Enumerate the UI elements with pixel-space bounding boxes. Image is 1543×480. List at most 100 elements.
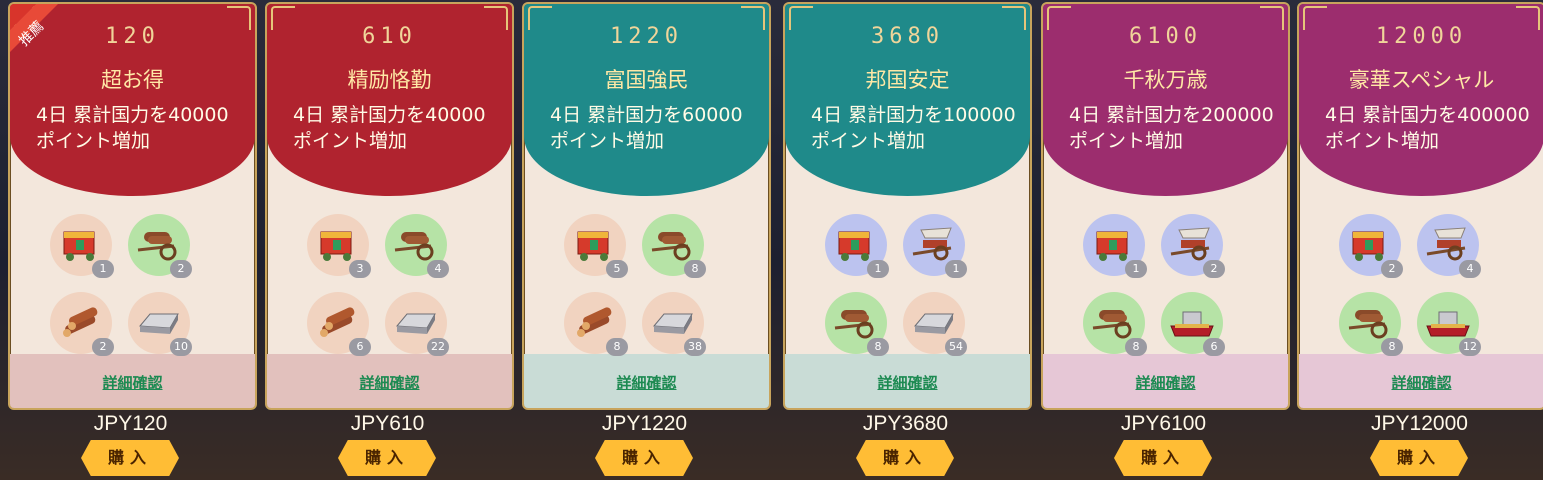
reward-grid: 1 2 2 10: [50, 214, 220, 364]
reward-item[interactable]: 8: [564, 292, 628, 356]
detail-link[interactable]: 詳細確認: [10, 372, 255, 393]
pack-description: 4日 累計国力を60000ポイント増加: [550, 104, 743, 152]
reward-item[interactable]: 1: [50, 214, 114, 278]
reward-count: 5: [606, 260, 628, 278]
buy-button[interactable]: 購入: [1370, 440, 1468, 476]
reward-count: 2: [1381, 260, 1403, 278]
reward-count: 8: [1381, 338, 1403, 356]
reward-count: 2: [1203, 260, 1225, 278]
pack-title: 超お得: [101, 68, 164, 92]
reward-count: 8: [606, 338, 628, 356]
buy-button-label: 購入: [364, 450, 409, 467]
reward-item[interactable]: 2: [128, 214, 192, 278]
reward-count: 8: [1125, 338, 1147, 356]
pack-price-top: 12000: [1375, 24, 1468, 49]
pack-title: 富国強民: [604, 68, 689, 92]
reward-item[interactable]: 6: [307, 292, 371, 356]
reward-grid: 3 4 6 22: [307, 214, 477, 364]
buy-button[interactable]: 購入: [81, 440, 179, 476]
buy-button-label: 購入: [1140, 450, 1185, 467]
pack-card: 6100 千秋万歳 4日 累計国力を200000ポイント増加 1 2 8 6 詳細確認: [1041, 2, 1290, 410]
reward-count: 1: [867, 260, 889, 278]
pack-description: 4日 累計国力を100000ポイント増加: [811, 104, 1016, 152]
shop-stage: 120 超お得 4日 累計国力を40000ポイント増加 1 2 2 10 詳細確認 推薦 JPY1…: [0, 0, 1543, 480]
pack-price-jpy: JPY3680: [862, 412, 949, 435]
buy-button[interactable]: 購入: [1114, 440, 1212, 476]
detail-link[interactable]: 詳細確認: [1299, 372, 1543, 393]
reward-count: 1: [945, 260, 967, 278]
reward-item[interactable]: 8: [1339, 292, 1403, 356]
pack-card: 1220 富国強民 4日 累計国力を60000ポイント増加 5 8 8 38 詳細確認: [522, 2, 771, 410]
pack-price-top: 3680: [871, 24, 944, 49]
reward-count: 8: [684, 260, 706, 278]
reward-item[interactable]: 12: [1417, 292, 1481, 356]
reward-item[interactable]: 1: [825, 214, 889, 278]
reward-item[interactable]: 1: [903, 214, 967, 278]
pack-card: 610 精励恪勤 4日 累計国力を40000ポイント増加 3 4 6 22 詳細確認: [265, 2, 514, 410]
pack-title: 精励恪勤: [347, 68, 432, 92]
reward-count: 38: [684, 338, 706, 356]
reward-count: 1: [92, 260, 114, 278]
pack-price-jpy: JPY120: [93, 412, 168, 435]
reward-count: 10: [170, 338, 192, 356]
pack-title: 豪華スペシャル: [1348, 68, 1495, 92]
reward-item[interactable]: 4: [1417, 214, 1481, 278]
reward-count: 22: [427, 338, 449, 356]
pack-price-top: 6100: [1129, 24, 1202, 49]
pack-price-jpy: JPY1220: [601, 412, 688, 435]
buy-button[interactable]: 購入: [856, 440, 954, 476]
reward-item[interactable]: 8: [642, 214, 706, 278]
reward-item[interactable]: 2: [1339, 214, 1403, 278]
reward-count: 1: [1125, 260, 1147, 278]
detail-link[interactable]: 詳細確認: [267, 372, 512, 393]
reward-item[interactable]: 2: [1161, 214, 1225, 278]
reward-item[interactable]: 1: [1083, 214, 1147, 278]
reward-grid: 5 8 8 38: [564, 214, 734, 364]
reward-item[interactable]: 4: [385, 214, 449, 278]
reward-item[interactable]: 5: [564, 214, 628, 278]
pack-title: 千秋万歳: [1123, 68, 1208, 92]
pack-price-jpy: JPY6100: [1120, 412, 1207, 435]
reward-grid: 2 4 8 12: [1339, 214, 1509, 364]
pack-price-jpy: JPY610: [350, 412, 425, 435]
buy-button[interactable]: 購入: [338, 440, 436, 476]
reward-item[interactable]: 3: [307, 214, 371, 278]
buy-button-label: 購入: [621, 450, 666, 467]
pack-description: 4日 累計国力を40000ポイント増加: [293, 104, 486, 152]
reward-count: 2: [92, 338, 114, 356]
reward-count: 54: [945, 338, 967, 356]
detail-link[interactable]: 詳細確認: [785, 372, 1030, 393]
pack-title: 邦国安定: [865, 68, 950, 92]
pack-description: 4日 累計国力を40000ポイント増加: [36, 104, 229, 152]
pack-description: 4日 累計国力を200000ポイント増加: [1069, 104, 1274, 152]
reward-item[interactable]: 8: [1083, 292, 1147, 356]
pack-price-jpy: JPY12000: [1371, 412, 1468, 435]
reward-count: 8: [867, 338, 889, 356]
buy-button-label: 購入: [882, 450, 927, 467]
pack-price-top: 1220: [610, 24, 683, 49]
reward-grid: 1 1 8 54: [825, 214, 995, 364]
reward-count: 12: [1459, 338, 1481, 356]
pack-card: 120 超お得 4日 累計国力を40000ポイント増加 1 2 2 10 詳細確認 推薦: [8, 2, 257, 410]
buy-button[interactable]: 購入: [595, 440, 693, 476]
reward-count: 2: [170, 260, 192, 278]
reward-count: 6: [1203, 338, 1225, 356]
reward-item[interactable]: 6: [1161, 292, 1225, 356]
reward-item[interactable]: 8: [825, 292, 889, 356]
pack-description: 4日 累計国力を400000ポイント増加: [1325, 104, 1530, 152]
reward-grid: 1 2 8 6: [1083, 214, 1253, 364]
reward-count: 3: [349, 260, 371, 278]
reward-item[interactable]: 38: [642, 292, 706, 356]
buy-button-label: 購入: [1396, 450, 1441, 467]
reward-item[interactable]: 54: [903, 292, 967, 356]
detail-link[interactable]: 詳細確認: [524, 372, 769, 393]
reward-count: 4: [1459, 260, 1481, 278]
pack-card: 3680 邦国安定 4日 累計国力を100000ポイント増加 1 1 8 54 詳細確認: [783, 2, 1032, 410]
buy-button-label: 購入: [107, 450, 152, 467]
reward-item[interactable]: 2: [50, 292, 114, 356]
reward-count: 4: [427, 260, 449, 278]
reward-item[interactable]: 22: [385, 292, 449, 356]
reward-item[interactable]: 10: [128, 292, 192, 356]
reward-count: 6: [349, 338, 371, 356]
detail-link[interactable]: 詳細確認: [1043, 372, 1288, 393]
